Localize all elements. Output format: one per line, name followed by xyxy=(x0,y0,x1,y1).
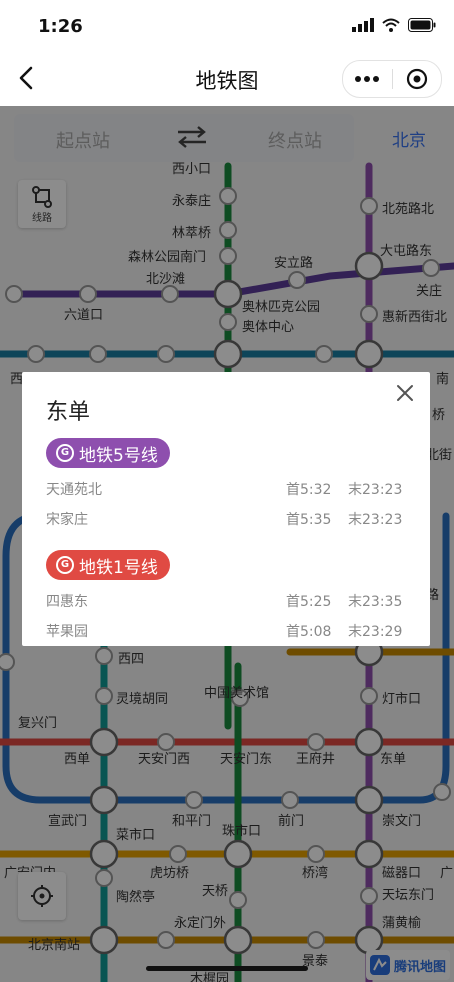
line-badge[interactable]: G 地铁1号线 xyxy=(46,550,170,580)
first-train: 首5:35 xyxy=(286,512,332,528)
map-label[interactable]: 灯市口 xyxy=(382,688,421,707)
station-info-card: 东单 G 地铁5号线 天通苑北 首5:32 末23:23 宋家庄 首5:35 末… xyxy=(22,372,430,646)
map-label[interactable]: 广 xyxy=(440,862,453,881)
map-label[interactable]: 六道口 xyxy=(64,304,103,323)
locate-button[interactable] xyxy=(18,872,66,920)
route-button[interactable]: 线路 xyxy=(18,180,66,228)
first-train: 首5:25 xyxy=(286,594,332,610)
map-label[interactable]: 森林公园南门 xyxy=(128,246,206,265)
map-label[interactable]: 惠新西街北 xyxy=(382,306,447,325)
first-train: 首5:32 xyxy=(286,482,332,498)
map-label[interactable]: 和平门 xyxy=(172,810,211,829)
last-train: 末23:23 xyxy=(348,482,403,498)
nav-bar: 地铁图 xyxy=(0,54,454,106)
schedule-row[interactable]: 宋家庄 首5:35 末23:23 xyxy=(46,506,406,530)
map-label[interactable]: 中国美术馆 xyxy=(204,682,269,701)
map-label[interactable]: 北沙滩 xyxy=(146,268,185,287)
map-label[interactable]: 北苑路北 xyxy=(382,198,434,217)
map-label[interactable]: 复兴门 xyxy=(18,712,57,731)
last-train: 末23:29 xyxy=(348,624,403,640)
station-name: 东单 xyxy=(46,400,91,425)
end-station-field[interactable]: 终点站 xyxy=(268,127,322,153)
map-label[interactable]: 虎坊桥 xyxy=(150,862,189,881)
direction: 四惠东 xyxy=(46,594,88,610)
close-miniprogram-button[interactable] xyxy=(392,61,441,97)
map-label[interactable]: 桥湾 xyxy=(302,862,328,881)
map-label[interactable]: 关庄 xyxy=(416,280,442,299)
subway-map[interactable]: 西小口 永泰庄 林萃桥 森林公园南门 北沙滩 六道口 安立路 奥林匹克公园 奥体… xyxy=(0,106,454,982)
map-label[interactable]: 林萃桥 xyxy=(172,222,211,241)
map-label[interactable]: 陶然亭 xyxy=(116,886,155,905)
direction: 天通苑北 xyxy=(46,482,102,498)
line-name: 地铁1号线 xyxy=(79,557,158,578)
last-train: 末23:35 xyxy=(348,594,403,610)
start-station-field[interactable]: 起点站 xyxy=(56,127,110,153)
map-label[interactable]: 东单 xyxy=(380,748,406,767)
battery-icon xyxy=(408,18,436,32)
map-label[interactable]: 王府井 xyxy=(296,748,335,767)
map-label[interactable]: 西四 xyxy=(118,648,144,667)
first-train: 首5:08 xyxy=(286,624,332,640)
more-button[interactable] xyxy=(343,61,392,97)
city-selector[interactable]: 北京 xyxy=(392,126,426,151)
map-label[interactable]: 奥体中心 xyxy=(242,316,294,335)
direction: 宋家庄 xyxy=(46,512,88,528)
map-label[interactable]: 菜市口 xyxy=(116,824,155,843)
map-label[interactable]: 天坛东门 xyxy=(382,884,434,903)
metro-logo-icon: G xyxy=(56,444,74,462)
tencent-map-logo: 腾讯地图 xyxy=(366,950,450,980)
direction: 苹果园 xyxy=(46,624,88,640)
close-icon[interactable] xyxy=(390,378,420,408)
map-label[interactable]: 前门 xyxy=(278,810,304,829)
more-dots-icon xyxy=(355,76,380,82)
wifi-icon xyxy=(382,18,400,32)
status-icons xyxy=(352,18,436,32)
map-label[interactable]: 崇文门 xyxy=(382,810,421,829)
map-label[interactable]: 磁器口 xyxy=(382,862,421,881)
map-label[interactable]: 奥林匹克公园 xyxy=(242,296,320,315)
miniprogram-capsule xyxy=(342,60,442,98)
line-badge[interactable]: G 地铁5号线 xyxy=(46,438,170,468)
status-bar: 1:26 xyxy=(0,0,454,54)
map-label[interactable]: 大屯路东 xyxy=(380,240,432,259)
tencent-map-logo-text: 腾讯地图 xyxy=(394,959,447,975)
map-label[interactable]: 永定门外 xyxy=(174,912,226,931)
map-label[interactable]: 安立路 xyxy=(274,252,313,271)
map-label[interactable]: 桥 xyxy=(432,404,445,423)
signal-icon xyxy=(352,18,374,32)
locate-crosshair-icon xyxy=(31,885,53,907)
map-label[interactable]: 南 xyxy=(436,368,449,387)
status-time: 1:26 xyxy=(38,16,83,37)
map-label[interactable]: 蒲黄榆 xyxy=(382,912,421,931)
map-label[interactable]: 灵境胡同 xyxy=(116,688,168,707)
line-name: 地铁5号线 xyxy=(79,445,158,466)
route-button-label: 线路 xyxy=(32,213,52,224)
home-indicator xyxy=(146,966,308,971)
schedule-row[interactable]: 天通苑北 首5:32 末23:23 xyxy=(46,476,406,500)
target-circle-icon xyxy=(406,68,427,90)
map-label[interactable]: 北京南站 xyxy=(28,934,80,953)
swap-arrows-icon[interactable] xyxy=(174,124,210,150)
map-label[interactable]: 珠市口 xyxy=(222,820,261,839)
map-label[interactable]: 永泰庄 xyxy=(172,190,211,209)
map-label[interactable]: 西单 xyxy=(64,748,90,767)
route-path-icon xyxy=(32,186,52,208)
schedule-row[interactable]: 四惠东 首5:25 末23:35 xyxy=(46,588,406,612)
map-label[interactable]: 天桥 xyxy=(202,880,228,899)
route-search-bar: 起点站 终点站 xyxy=(14,114,354,162)
map-label[interactable]: 天安门东 xyxy=(220,748,272,767)
schedule-row[interactable]: 苹果园 首5:08 末23:29 xyxy=(46,618,406,642)
metro-logo-icon: G xyxy=(56,556,74,574)
last-train: 末23:23 xyxy=(348,512,403,528)
map-label[interactable]: 天安门西 xyxy=(138,748,190,767)
map-label[interactable]: 宣武门 xyxy=(48,810,87,829)
tencent-map-icon xyxy=(370,955,390,975)
